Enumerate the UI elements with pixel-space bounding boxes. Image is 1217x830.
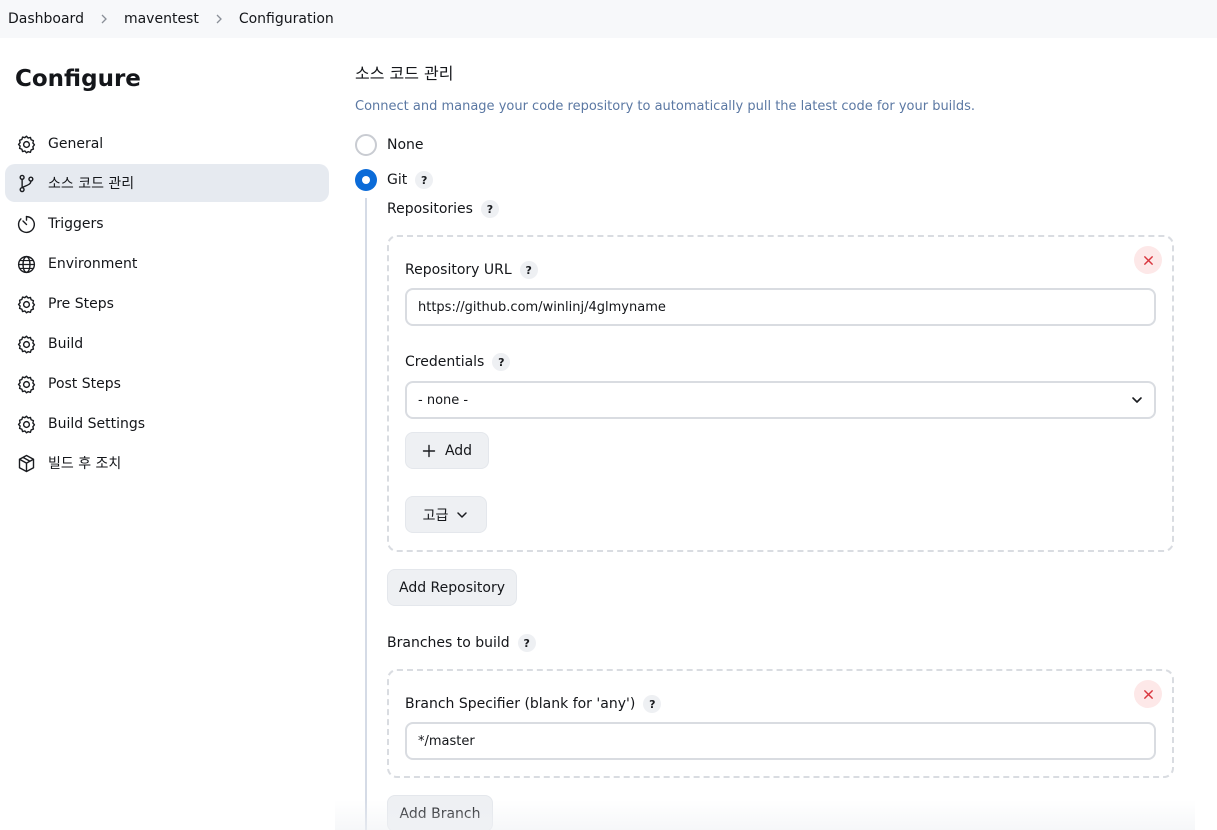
repositories-label-text: Repositories — [387, 201, 473, 217]
sidebar-item-post-steps[interactable]: Post Steps — [5, 365, 329, 403]
branch-icon — [16, 173, 37, 194]
sidebar: Configure General 소스 코드 관리 Triggers Envi… — [0, 38, 340, 830]
gear-icon — [16, 374, 37, 395]
chevron-down-icon — [1132, 397, 1142, 403]
breadcrumb-dashboard[interactable]: Dashboard — [8, 11, 84, 27]
radio-label: None — [387, 137, 424, 153]
sidebar-item-post-build[interactable]: 빌드 후 조치 — [5, 444, 329, 482]
breadcrumb-project[interactable]: maventest — [124, 11, 199, 27]
advanced-button[interactable]: 고급 — [405, 496, 487, 533]
help-icon[interactable]: ? — [415, 171, 434, 189]
chevron-right-icon — [99, 14, 109, 24]
section-description: Connect and manage your code repository … — [355, 99, 976, 114]
sidebar-item-scm[interactable]: 소스 코드 관리 — [5, 164, 329, 202]
gear-icon — [16, 294, 37, 315]
sidebar-item-label: Environment — [48, 256, 138, 272]
help-icon[interactable]: ? — [517, 634, 536, 652]
branch-specifier-input[interactable]: */master — [405, 722, 1156, 760]
advanced-label: 고급 — [422, 507, 449, 524]
sidebar-item-build-settings[interactable]: Build Settings — [5, 405, 329, 443]
branch-panel: Branch Specifier (blank for 'any') ? */m… — [387, 669, 1174, 778]
close-icon — [1143, 689, 1153, 699]
repository-panel: Repository URL ? https://github.com/winl… — [387, 235, 1174, 552]
gear-icon — [16, 414, 37, 435]
repositories-label: Repositories ? — [387, 200, 499, 218]
credentials-select[interactable]: - none - — [405, 381, 1156, 419]
remove-repository-button[interactable] — [1134, 246, 1162, 274]
globe-icon — [16, 254, 37, 275]
sidebar-item-label: General — [48, 136, 104, 152]
sidebar-item-label: 소스 코드 관리 — [48, 176, 135, 192]
breadcrumb-configuration[interactable]: Configuration — [239, 11, 334, 27]
add-credentials-button[interactable]: Add — [405, 432, 489, 469]
help-icon[interactable]: ? — [519, 261, 538, 279]
close-icon — [1143, 255, 1153, 265]
sidebar-item-general[interactable]: General — [5, 125, 329, 163]
sidebar-item-label: Pre Steps — [48, 296, 114, 312]
git-options-divider — [365, 198, 367, 830]
branch-specifier-label-text: Branch Specifier (blank for 'any') — [405, 696, 636, 712]
package-icon — [16, 453, 37, 474]
credentials-select-value: - none - — [418, 392, 469, 408]
sidebar-item-triggers[interactable]: Triggers — [5, 205, 329, 243]
radio-git[interactable] — [355, 169, 377, 191]
branches-label-text: Branches to build — [387, 635, 510, 651]
sidebar-item-pre-steps[interactable]: Pre Steps — [5, 285, 329, 323]
sidebar-item-environment[interactable]: Environment — [5, 245, 329, 283]
repository-url-input[interactable]: https://github.com/winlinj/4glmyname — [405, 288, 1156, 326]
chevron-right-icon — [214, 14, 224, 24]
branches-label: Branches to build ? — [387, 634, 536, 652]
breadcrumb: Dashboard maventest Configuration — [0, 0, 1217, 38]
help-icon[interactable]: ? — [480, 200, 499, 218]
scm-option-git[interactable]: Git ? — [355, 169, 434, 191]
radio-none[interactable] — [355, 134, 377, 156]
remove-branch-button[interactable] — [1134, 680, 1162, 708]
sidebar-item-build[interactable]: Build — [5, 325, 329, 363]
add-branch-button[interactable]: Add Branch — [387, 795, 493, 830]
sidebar-title: Configure — [15, 66, 141, 92]
scm-option-none[interactable]: None — [355, 134, 424, 156]
sidebar-item-label: Build Settings — [48, 416, 146, 432]
radio-label: Git — [387, 172, 408, 188]
section-title: 소스 코드 관리 — [355, 64, 454, 83]
add-repository-button[interactable]: Add Repository — [387, 569, 517, 606]
timer-icon — [16, 214, 37, 235]
credentials-label: Credentials ? — [405, 353, 511, 371]
sidebar-item-label: 빌드 후 조치 — [48, 456, 122, 472]
gear-icon — [16, 334, 37, 355]
plus-icon — [422, 444, 436, 458]
help-icon[interactable]: ? — [643, 695, 662, 713]
chevron-down-icon — [455, 508, 469, 522]
credentials-label-text: Credentials — [405, 354, 485, 370]
sidebar-item-label: Triggers — [48, 216, 104, 232]
sidebar-item-label: Post Steps — [48, 376, 121, 392]
gear-icon — [16, 134, 37, 155]
branch-specifier-label: Branch Specifier (blank for 'any') ? — [405, 695, 662, 713]
sidebar-item-label: Build — [48, 336, 84, 352]
repository-url-label-text: Repository URL — [405, 262, 512, 278]
add-credentials-label: Add — [444, 442, 473, 459]
help-icon[interactable]: ? — [492, 353, 511, 371]
repository-url-label: Repository URL ? — [405, 261, 538, 279]
